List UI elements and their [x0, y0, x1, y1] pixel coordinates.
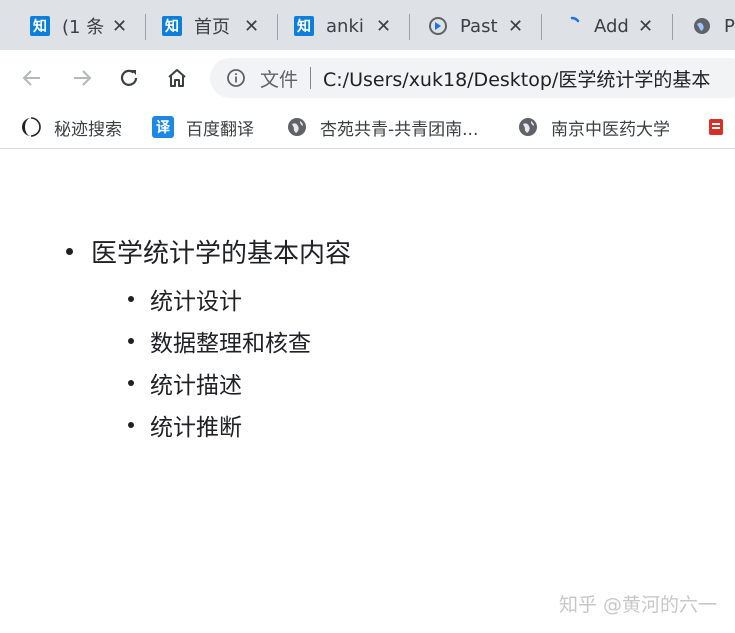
tab-title: Past: [460, 15, 498, 37]
bookmark-baidu-translate[interactable]: 译 百度翻译: [152, 114, 254, 140]
outline-heading-text: 医学统计学的基本内容: [91, 239, 352, 269]
close-icon[interactable]: ✕: [376, 16, 391, 37]
bullet: [128, 380, 134, 386]
tab-4[interactable]: Past ✕: [428, 8, 538, 44]
zhihu-icon: 知: [294, 16, 314, 36]
omnibox-divider: [310, 67, 312, 89]
globe-icon: [692, 16, 712, 36]
zhihu-icon: 知: [162, 16, 182, 36]
tab-3[interactable]: 知 anki ✕: [294, 8, 404, 44]
baidu-translate-icon: 译: [152, 116, 174, 138]
bookmark-label: 南京中医药大学: [551, 119, 670, 140]
back-button[interactable]: [18, 64, 46, 92]
loading-icon: [562, 16, 582, 36]
outline-item: 统计推断: [128, 408, 242, 442]
close-icon[interactable]: ✕: [112, 16, 127, 37]
tab-1[interactable]: 知 (1 条 ✕: [30, 8, 140, 44]
bookmark-xingyuan[interactable]: 杏苑共青-共青团南...: [286, 114, 478, 140]
reload-icon: [120, 69, 138, 86]
outline-item: 统计描述: [128, 366, 242, 400]
bookmark-overflow[interactable]: [705, 114, 735, 140]
bullet: [128, 338, 134, 344]
bullet: [66, 248, 73, 255]
close-icon[interactable]: ✕: [508, 16, 523, 37]
outline-item: 统计设计: [128, 282, 242, 316]
url-text[interactable]: C:/Users/xuk18/Desktop/医学统计学的基本: [323, 65, 710, 92]
outline-item-text: 统计描述: [150, 373, 242, 399]
tab-title: (1 条: [62, 17, 105, 38]
close-icon[interactable]: ✕: [638, 16, 653, 37]
bullet: [128, 296, 134, 302]
forward-button[interactable]: [68, 64, 96, 92]
bookmark-label: 秘迹搜索: [54, 119, 122, 140]
outline-item-text: 数据整理和核查: [150, 331, 311, 357]
bookmarks-bar: 秘迹搜索 译 百度翻译 杏苑共青-共青团南... 南京中医药大学: [0, 106, 735, 149]
home-button[interactable]: [163, 64, 191, 92]
tab-title: anki: [326, 15, 364, 37]
bullet: [128, 422, 134, 428]
tab-divider: [145, 14, 146, 40]
back-arrow-icon: [22, 70, 40, 86]
watermark: 知乎 @黄河的六一: [558, 594, 717, 616]
address-bar[interactable]: 文件 C:/Users/xuk18/Desktop/医学统计学的基本: [210, 58, 735, 98]
close-icon[interactable]: ✕: [244, 16, 259, 37]
zhihu-icon: 知: [30, 16, 50, 36]
url-scheme-label: 文件: [260, 68, 299, 91]
bookmark-label: 杏苑共青-共青团南...: [320, 119, 479, 140]
tab-title: Add: [594, 15, 629, 37]
tab-2[interactable]: 知 首页 ✕: [162, 8, 272, 44]
paste-icon: [428, 16, 448, 36]
page-content: 医学统计学的基本内容 统计设计 数据整理和核查 统计描述 统计推断 知乎 @黄河…: [0, 149, 735, 633]
red-bookmark-icon: [705, 116, 727, 138]
outline-item-text: 统计设计: [150, 289, 242, 315]
bookmark-label: 百度翻译: [186, 119, 254, 140]
info-icon[interactable]: [226, 68, 246, 88]
tab-title: P: [724, 15, 735, 37]
outline-item-text: 统计推断: [150, 415, 242, 441]
forward-arrow-icon: [74, 70, 92, 86]
reload-button[interactable]: [115, 64, 143, 92]
outline-item: 数据整理和核查: [128, 324, 311, 358]
home-icon: [168, 69, 186, 87]
outline-heading: 医学统计学的基本内容: [66, 233, 351, 270]
bookmark-mijisou[interactable]: 秘迹搜索: [20, 114, 122, 140]
tab-divider: [409, 14, 410, 40]
tab-5[interactable]: Add ✕: [562, 8, 662, 44]
mijisou-icon: [20, 116, 42, 138]
tab-divider: [672, 14, 673, 40]
browser-toolbar: 文件 C:/Users/xuk18/Desktop/医学统计学的基本: [0, 50, 735, 106]
tab-divider: [277, 14, 278, 40]
bookmark-njucm[interactable]: 南京中医药大学: [517, 114, 670, 140]
globe-icon: [517, 116, 539, 138]
tab-strip: 知 (1 条 ✕ 知 首页 ✕ 知 anki ✕ Past ✕ Add ✕ P: [0, 0, 735, 50]
tab-title: 首页: [194, 17, 230, 38]
tab-divider: [541, 14, 542, 40]
tab-6[interactable]: P: [692, 8, 735, 44]
globe-icon: [286, 116, 308, 138]
